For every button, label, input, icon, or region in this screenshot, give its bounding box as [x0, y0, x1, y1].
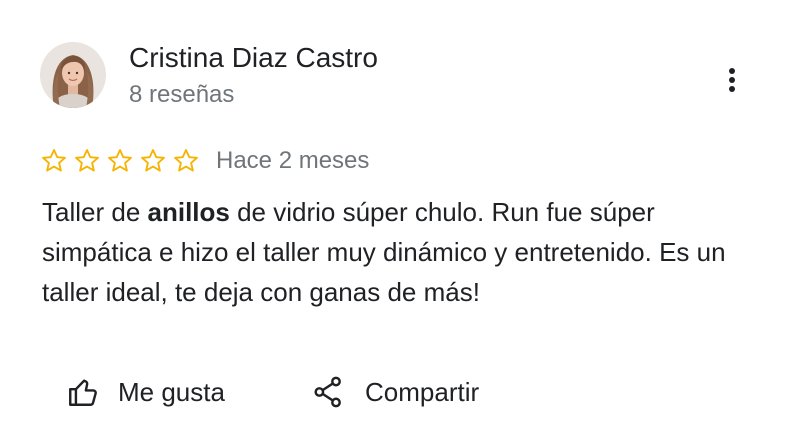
review-text-bold: anillos [147, 197, 230, 227]
share-button[interactable]: Compartir [313, 370, 479, 414]
like-label: Me gusta [118, 377, 225, 407]
more-options-button[interactable] [716, 62, 748, 98]
review-date: Hace 2 meses [216, 147, 370, 174]
star-icon [174, 149, 198, 172]
rating-row: Hace 2 meses [40, 144, 369, 178]
star-rating [40, 147, 200, 175]
author-reviews-count[interactable]: 8 reseñas [129, 79, 234, 111]
author-name[interactable]: Cristina Diaz Castro [129, 40, 378, 76]
review-text: Taller de anillos de vidrio súper chulo.… [42, 192, 762, 312]
like-button[interactable]: Me gusta [66, 370, 225, 414]
review-text-part1: Taller de [42, 197, 148, 227]
more-vert-icon [729, 68, 735, 92]
author-avatar[interactable] [40, 42, 106, 108]
star-icon [108, 149, 132, 172]
thumbs-up-icon [66, 375, 100, 409]
share-label: Compartir [365, 377, 480, 407]
star-icon [75, 149, 99, 172]
share-icon [313, 376, 343, 408]
user-photo-avatar-icon [40, 42, 106, 108]
star-icon [42, 149, 66, 172]
star-icon [141, 149, 165, 172]
